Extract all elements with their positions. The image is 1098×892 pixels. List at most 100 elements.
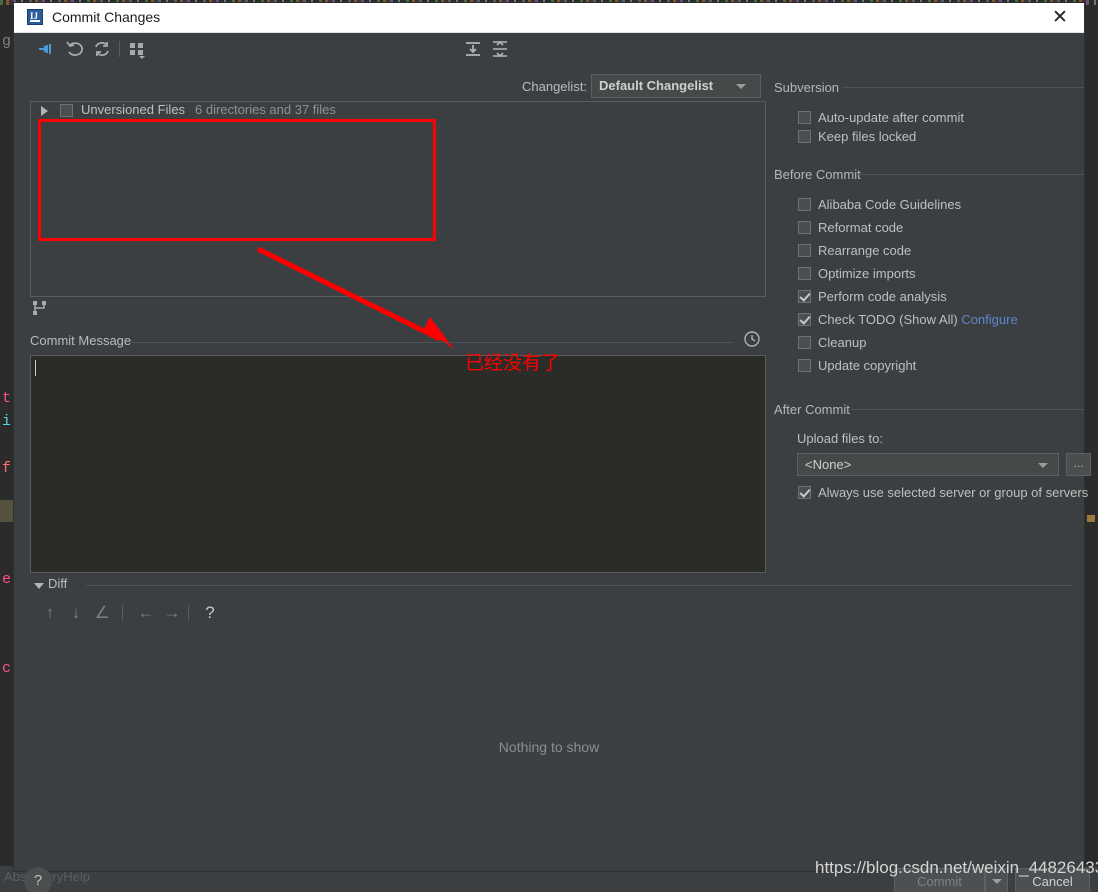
bg-code-char-5: c [2,660,11,677]
bg-code-char-0: g [2,33,11,50]
upload-server-value: <None> [805,457,851,472]
changelist-combobox[interactable]: Default Changelist [591,74,761,98]
group-by-icon[interactable] [126,38,148,60]
configure-todo-link[interactable]: Configure [961,312,1017,327]
checkbox-box[interactable] [798,313,811,326]
accept-left-icon[interactable]: ← [134,601,158,625]
diff-toolbar-separator-2 [188,605,189,621]
checkbox-update-copyright[interactable]: Update copyright [798,358,916,373]
commit-message-divider [130,342,734,343]
red-rectangle-highlight [38,119,436,241]
unversioned-files-label: Unversioned Files [81,102,185,117]
apply-difference-icon[interactable]: ∠ [90,601,114,625]
commit-message-input[interactable] [30,355,766,573]
screen: g t i f e c AbsSalaryHelp IJ Commit Chan… [0,0,1098,892]
checkbox-label: Update copyright [818,358,916,373]
close-icon[interactable]: ✕ [1046,6,1074,30]
checkbox-box[interactable] [798,359,811,372]
checkbox-label: Optimize imports [818,266,916,281]
checkbox-always-use-selected-server[interactable]: Always use selected server or group of s… [798,485,1088,500]
checkbox-box[interactable] [798,486,811,499]
unversioned-files-count: 6 directories and 37 files [195,102,336,117]
upload-browse-button[interactable]: ... [1066,453,1091,476]
checkbox-box[interactable] [798,244,811,257]
bg-gutter-highlight [0,500,14,522]
unversioned-files-checkbox[interactable] [60,104,73,117]
bg-stripe-mark [1087,515,1095,522]
checkbox-label: Keep files locked [818,129,916,144]
group-divider-before-commit [856,174,1084,175]
rollback-icon[interactable] [64,38,86,60]
intellij-idea-icon: IJ [27,9,43,25]
checkbox-cleanup[interactable]: Cleanup [798,335,866,350]
commit-message-header: Commit Message [30,333,766,351]
toolbar-separator [119,41,120,57]
group-title-after-commit: After Commit [774,402,850,417]
checkbox-box[interactable] [798,111,811,124]
dialog-title-bar: IJ Commit Changes ✕ [14,3,1084,33]
checkbox-box[interactable] [798,130,811,143]
clock-history-icon[interactable] [743,330,761,348]
changelist-label-text: Changelist: [522,79,587,94]
text-caret [35,360,36,376]
checkbox-auto-update-after-commit[interactable]: Auto-update after commit [798,110,964,125]
next-difference-icon[interactable]: ↓ [64,601,88,625]
red-annotation-text: 已经没有了 [465,348,560,375]
dialog-title: Commit Changes [52,9,160,25]
checkbox-rearrange-code[interactable]: Rearrange code [798,243,911,258]
chevron-down-icon [1038,463,1048,468]
upload-files-to-label: Upload files to: [797,431,883,446]
checkbox-label: Cleanup [818,335,866,350]
changes-toolbar [14,33,766,63]
expand-all-icon[interactable] [462,38,484,60]
checkbox-reformat-code[interactable]: Reformat code [798,220,903,235]
checkbox-label: Rearrange code [818,243,911,258]
help-diff-icon[interactable]: ? [198,601,222,625]
group-divider-after-commit [852,409,1084,410]
bg-code-char-3: f [2,460,11,477]
collapse-all-icon[interactable] [489,38,511,60]
bg-code-char-2: i [2,413,11,430]
bg-code-char-1: t [2,390,11,407]
checkbox-box[interactable] [798,198,811,211]
checkbox-box[interactable] [798,221,811,234]
refresh-icon[interactable] [91,38,113,60]
checkbox-label: Alibaba Code Guidelines [818,197,961,212]
checkbox-box[interactable] [798,267,811,280]
checkbox-box[interactable] [798,336,811,349]
group-title-before-commit: Before Commit [774,167,861,182]
checkbox-check-todo[interactable]: Check TODO (Show All) Configure [798,312,1018,327]
diff-section-label: Diff [48,576,67,591]
branch-icon [30,298,50,318]
help-button[interactable]: ? [24,867,52,892]
watermark-text: https://blog.csdn.net/weixin_44826433 [815,858,1098,878]
unversioned-files-row[interactable]: Unversioned Files 6 directories and 37 f… [31,102,765,120]
group-divider-subversion [842,87,1084,88]
chevron-down-icon [992,879,1002,884]
accept-right-icon[interactable]: → [160,601,184,625]
changelist-selected-value: Default Changelist [599,78,713,93]
checkbox-label: Always use selected server or group of s… [818,485,1088,500]
changelist-label: Changelist: [522,79,587,94]
commit-changes-dialog: IJ Commit Changes ✕ [14,3,1084,871]
group-title-subversion: Subversion [774,80,839,95]
checkbox-alibaba-code-guidelines[interactable]: Alibaba Code Guidelines [798,197,961,212]
commit-options-panel: Subversion Auto-update after commit Keep… [766,33,1084,871]
diff-toolbar-separator-1 [122,605,123,621]
checkbox-label: Perform code analysis [818,289,947,304]
checkbox-box[interactable] [798,290,811,303]
checkbox-label: Check TODO (Show All) [818,312,958,327]
commit-message-label: Commit Message [30,333,131,348]
collapse-triangle-icon[interactable] [34,583,44,589]
dialog-body: Changelist: Default Changelist Unversion… [14,33,1084,871]
previous-difference-icon[interactable]: ↑ [38,601,62,625]
show-diff-icon[interactable] [36,38,58,60]
upload-server-combobox[interactable]: <None> [797,453,1059,476]
checkbox-optimize-imports[interactable]: Optimize imports [798,266,916,281]
checkbox-perform-code-analysis[interactable]: Perform code analysis [798,289,947,304]
checkbox-keep-files-locked[interactable]: Keep files locked [798,129,916,144]
background-editor-gutter: g t i f e c [0,5,14,892]
chevron-down-icon [736,84,746,89]
background-error-stripe [1084,5,1098,866]
expand-triangle-icon[interactable] [41,106,48,116]
